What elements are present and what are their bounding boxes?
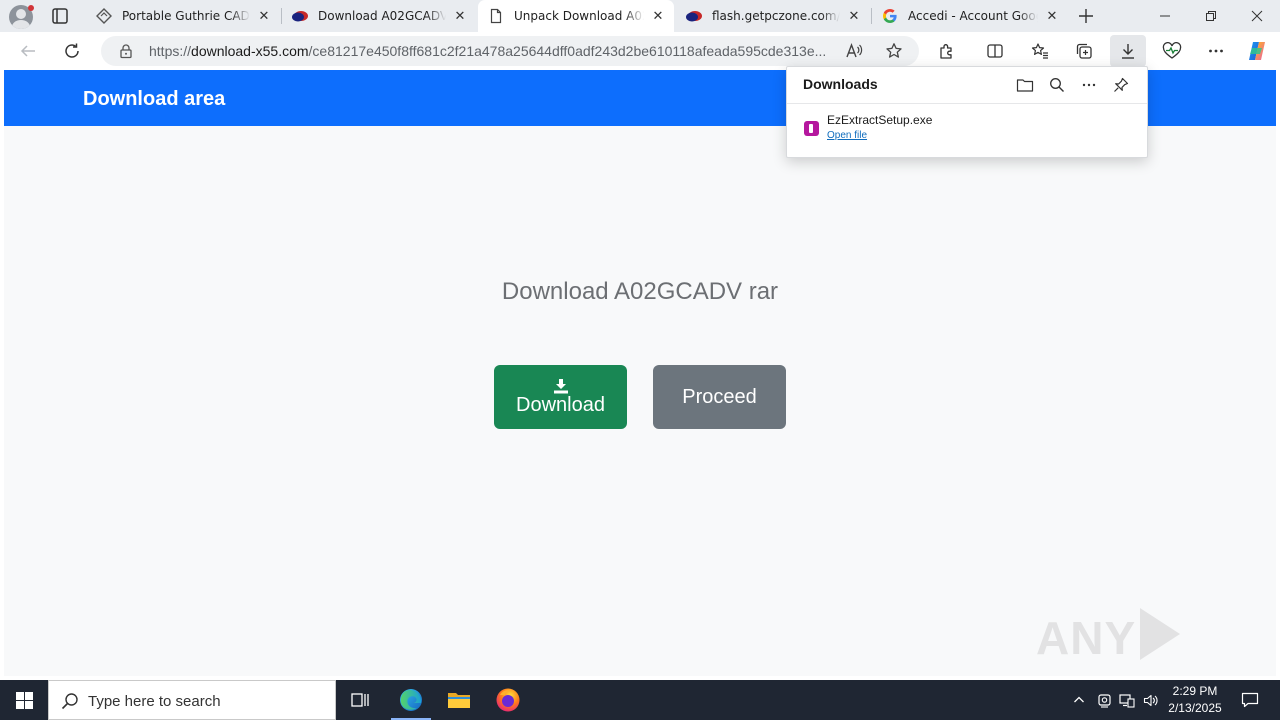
- page-icon: [488, 8, 504, 24]
- open-folder-icon[interactable]: [1014, 74, 1036, 96]
- downloads-panel: Downloads EzExtractSetup.exe Open file: [786, 66, 1148, 158]
- download-button[interactable]: Download: [494, 365, 627, 429]
- windows-logo-icon: [15, 691, 33, 709]
- url-scheme: https://: [149, 43, 192, 59]
- proceed-button[interactable]: Proceed: [653, 365, 786, 429]
- start-button[interactable]: [0, 680, 48, 720]
- tab-close-icon[interactable]: ✕: [256, 8, 272, 24]
- downloads-panel-title: Downloads: [803, 76, 878, 92]
- tab-close-icon[interactable]: ✕: [452, 8, 468, 24]
- tab-unpack-download[interactable]: Unpack Download A02G ✕: [478, 0, 674, 32]
- url-host: download-x55.com: [191, 43, 309, 59]
- device-icon: [1097, 693, 1111, 708]
- tab-download-a02gcadv[interactable]: Download A02GCADV rar ✕: [282, 0, 476, 32]
- show-hidden-icons-button[interactable]: [1068, 680, 1090, 720]
- site-brand[interactable]: Download area: [83, 88, 225, 111]
- tab-portable-guthrie[interactable]: Portable Guthrie CAD Vie ✕: [86, 0, 280, 32]
- download-arrow-icon: [553, 378, 568, 393]
- chevron-up-icon: [1074, 696, 1084, 703]
- tab-close-icon[interactable]: ✕: [1044, 8, 1060, 24]
- extensions-icon[interactable]: [933, 37, 961, 65]
- tab-title: Unpack Download A02G: [514, 9, 644, 23]
- refresh-button[interactable]: [58, 37, 86, 65]
- browser-toolbar: https://download-x55.com/ce81217e450f8ff…: [0, 32, 1280, 70]
- download-filename[interactable]: EzExtractSetup.exe: [827, 113, 932, 127]
- speaker-icon: [1143, 694, 1158, 706]
- taskbar-firefox[interactable]: [484, 680, 532, 720]
- tab-actions-menu-icon[interactable]: [48, 5, 72, 27]
- anyrun-watermark: ANY RUN: [1036, 608, 1276, 676]
- task-view-button[interactable]: [336, 680, 384, 720]
- restore-button[interactable]: [1188, 0, 1234, 32]
- tab-title: flash.getpczone.com/?op: [712, 9, 840, 23]
- settings-more-icon[interactable]: [1202, 37, 1230, 65]
- taskbar-search-box[interactable]: Type here to search: [48, 680, 336, 720]
- open-file-link[interactable]: Open file: [827, 130, 867, 141]
- folder-icon: [448, 693, 470, 708]
- volume-tray-button[interactable]: [1140, 680, 1162, 720]
- google-icon: [882, 8, 898, 24]
- profile-notification-dot: [28, 5, 34, 11]
- split-screen-icon[interactable]: [981, 37, 1009, 65]
- downloads-icon[interactable]: [1110, 35, 1146, 67]
- search-placeholder: Type here to search: [88, 693, 221, 710]
- pin-panel-icon[interactable]: [1110, 74, 1132, 96]
- taskbar-file-explorer[interactable]: [435, 680, 483, 720]
- tab-title: Download A02GCADV rar: [318, 9, 446, 23]
- site-logo-icon: [686, 8, 702, 24]
- watermark-play-icon: [1140, 608, 1181, 660]
- page-viewport: Download area Download A02GCADV rar Down…: [4, 70, 1276, 676]
- download-button-label: Download: [516, 393, 605, 416]
- tab-close-icon[interactable]: ✕: [846, 8, 862, 24]
- panel-divider: [787, 103, 1147, 104]
- browser-tab-strip: Portable Guthrie CAD Vie ✕ Download A02G…: [0, 0, 1280, 32]
- collections-icon[interactable]: [1070, 37, 1098, 65]
- favorites-icon[interactable]: [1026, 37, 1054, 65]
- lock-icon[interactable]: [118, 43, 134, 59]
- favorite-star-icon[interactable]: [882, 39, 906, 63]
- site-logo-icon: [292, 8, 308, 24]
- search-downloads-icon[interactable]: [1046, 74, 1068, 96]
- new-tab-button[interactable]: [1074, 4, 1098, 28]
- watermark-right: RUN: [1036, 666, 1139, 676]
- more-options-icon[interactable]: [1078, 74, 1100, 96]
- copilot-icon[interactable]: [1243, 37, 1271, 65]
- watermark-left: ANY: [1036, 612, 1137, 664]
- archive-file-icon: [804, 121, 819, 136]
- task-view-icon: [351, 693, 369, 707]
- read-aloud-icon[interactable]: [842, 39, 866, 63]
- tab-close-icon[interactable]: ✕: [650, 8, 666, 24]
- taskbar-clock[interactable]: 2:29 PM 2/13/2025: [1160, 683, 1230, 717]
- firefox-icon: [496, 688, 520, 712]
- tab-title: Portable Guthrie CAD Vie: [122, 9, 250, 23]
- edge-browser-icon: [400, 689, 422, 711]
- tab-google-account[interactable]: Accedi - Account Google ✕: [872, 0, 1068, 32]
- clock-time: 2:29 PM: [1172, 684, 1218, 698]
- clock-date: 2/13/2025: [1168, 701, 1222, 715]
- minimize-button[interactable]: [1142, 0, 1188, 32]
- taskbar-edge[interactable]: [387, 680, 435, 720]
- notification-center-button[interactable]: [1232, 680, 1268, 720]
- tab-flash-getpczone[interactable]: flash.getpczone.com/?op ✕: [676, 0, 870, 32]
- meet-now-tray-button[interactable]: [1093, 680, 1115, 720]
- page-heading: Download A02GCADV rar: [501, 278, 779, 305]
- proceed-button-label: Proceed: [682, 385, 757, 408]
- tab-title: Accedi - Account Google: [908, 9, 1038, 23]
- diamond-outline-icon: [96, 8, 112, 24]
- network-tray-button[interactable]: [1116, 680, 1138, 720]
- url-path: /ce81217e450f8ff681c2f21a478a25644dff0ad…: [308, 43, 827, 59]
- notification-icon: [1241, 692, 1259, 708]
- address-bar[interactable]: https://download-x55.com/ce81217e450f8ff…: [101, 36, 919, 66]
- network-icon: [1119, 693, 1135, 708]
- close-window-button[interactable]: [1234, 0, 1280, 32]
- back-button[interactable]: [14, 37, 42, 65]
- browser-essentials-icon[interactable]: [1158, 37, 1186, 65]
- url-text[interactable]: https://download-x55.com/ce81217e450f8ff…: [149, 43, 839, 59]
- windows-taskbar: Type here to search 2:29 PM 2/13/2025: [0, 680, 1280, 720]
- search-icon: [61, 693, 78, 710]
